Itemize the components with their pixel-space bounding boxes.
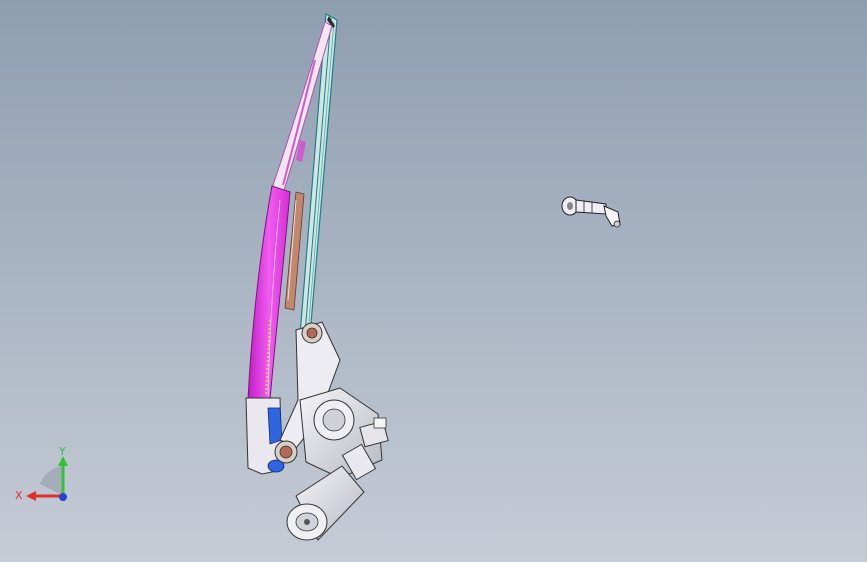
triad-z-axis (59, 493, 67, 501)
cad-graphics-area[interactable]: Y X (0, 0, 867, 562)
viewport-background (0, 0, 867, 562)
triad-y-label: Y (58, 445, 66, 458)
model-view-canvas[interactable]: Y X (0, 0, 867, 562)
drive-pivot-upper[interactable] (301, 322, 323, 344)
triad-x-label: X (15, 489, 23, 502)
arm-pivot-cap (267, 407, 283, 445)
drive-pivot-lower[interactable] (274, 440, 298, 464)
